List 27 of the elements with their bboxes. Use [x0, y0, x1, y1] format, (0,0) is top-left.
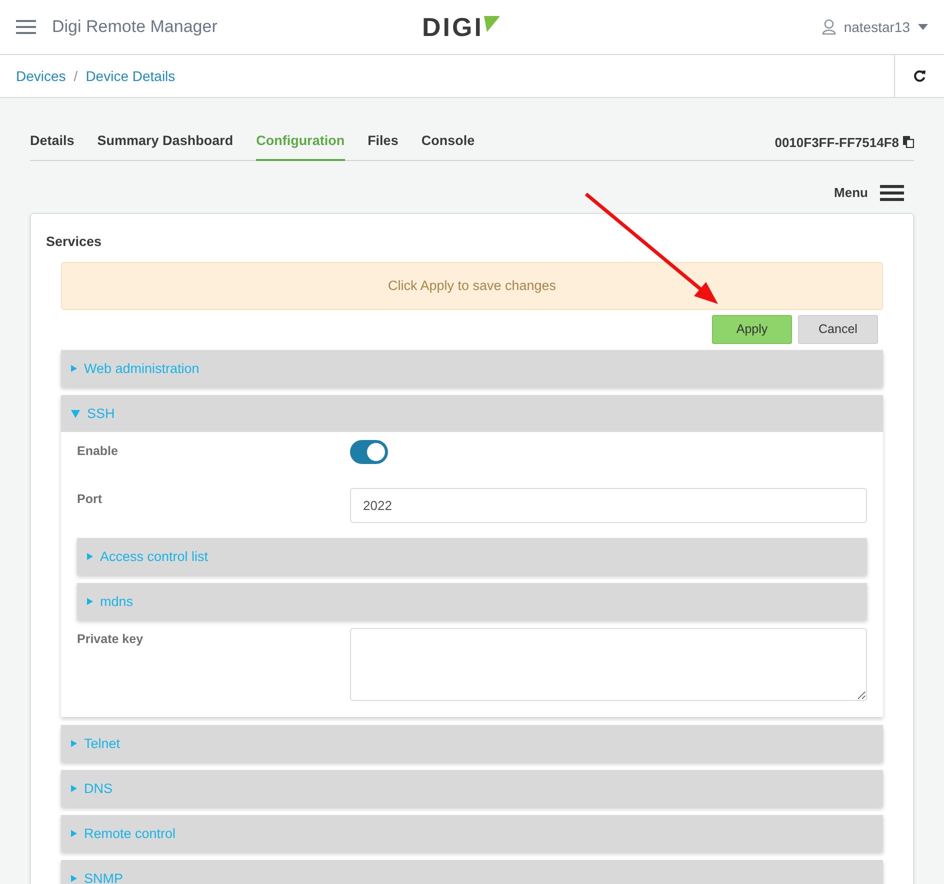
toggle-switch[interactable]	[350, 440, 388, 464]
cancel-button[interactable]: Cancel	[798, 315, 878, 344]
user-menu[interactable]: natestar13	[822, 16, 928, 38]
breadcrumb-link[interactable]: Device Details	[86, 66, 176, 86]
menu-icon[interactable]	[880, 185, 904, 201]
copy-icon[interactable]	[903, 136, 914, 148]
notice-banner: Click Apply to save changes	[61, 262, 883, 310]
app-title: Digi Remote Manager	[52, 16, 218, 38]
device-id: 0010F3FF-FF7514F8	[774, 134, 899, 152]
tab[interactable]: Configuration	[256, 130, 345, 161]
tab[interactable]: Summary Dashboard	[97, 130, 234, 161]
breadcrumb-link[interactable]: Devices	[16, 66, 66, 86]
breadcrumb-separator: /	[74, 66, 78, 86]
panel-title: Services	[45, 233, 103, 251]
apply-button[interactable]: Apply	[712, 315, 792, 344]
user-icon	[822, 19, 836, 35]
caret-icon	[918, 24, 928, 30]
tab[interactable]: Files	[368, 130, 398, 161]
field-label: Port	[77, 491, 103, 508]
input-field[interactable]: 2022	[350, 488, 867, 524]
tab[interactable]: Details	[30, 130, 74, 161]
field-label: Enable	[77, 443, 119, 460]
field-label: Private key	[77, 631, 144, 648]
digi-logo: DIGI	[422, 14, 500, 40]
menu-label: Menu	[834, 184, 868, 202]
refresh-icon	[913, 70, 926, 82]
tab[interactable]: Console	[421, 130, 475, 161]
